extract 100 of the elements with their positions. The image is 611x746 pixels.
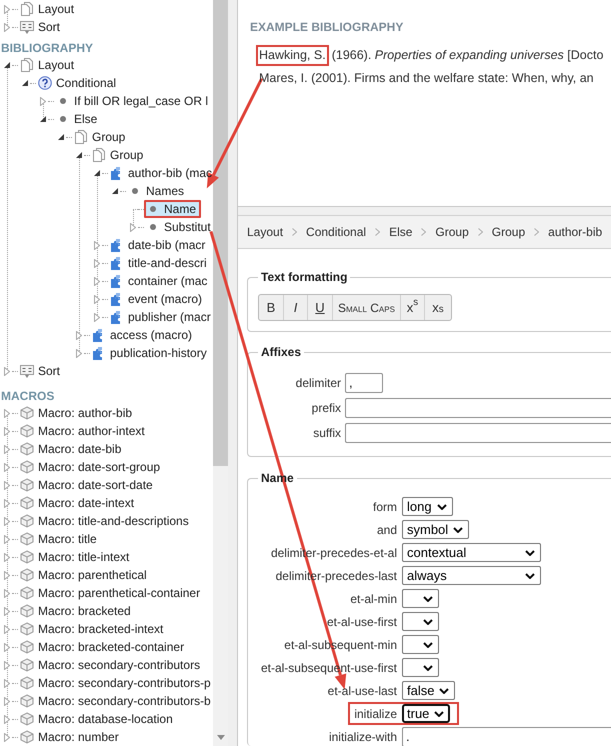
- tree-item[interactable]: Macro: secondary-contributors-b: [18, 692, 213, 710]
- tree-item[interactable]: Macro: database-location: [18, 710, 175, 728]
- tree-item[interactable]: Macro: bracketed: [18, 602, 133, 620]
- scrollbar-thumb[interactable]: [213, 0, 228, 466]
- breadcrumb-item[interactable]: Else: [389, 225, 412, 239]
- splitter-bar[interactable]: [228, 0, 237, 746]
- caret-right-icon[interactable]: [4, 678, 10, 688]
- caret-right-icon[interactable]: [4, 444, 10, 454]
- caret-right-icon[interactable]: [94, 276, 100, 286]
- dropdown[interactable]: false: [402, 681, 456, 700]
- caret-right-icon[interactable]: [94, 312, 100, 322]
- caret-right-icon[interactable]: [4, 462, 10, 472]
- breadcrumb-item[interactable]: Conditional: [306, 225, 366, 239]
- tree-item[interactable]: container (mac: [108, 272, 210, 290]
- caret-right-icon[interactable]: [4, 534, 10, 544]
- tree-item[interactable]: event (macro): [108, 290, 204, 308]
- tree-item[interactable]: Group: [90, 146, 146, 164]
- caret-right-icon[interactable]: [4, 732, 10, 742]
- tree-item[interactable]: Names: [126, 182, 186, 200]
- caret-right-icon[interactable]: [4, 552, 10, 562]
- caret-right-icon[interactable]: [4, 642, 10, 652]
- subscript-button[interactable]: x$_{s}$: [424, 295, 451, 320]
- dropdown[interactable]: true: [402, 704, 450, 723]
- tree-item[interactable]: Macro: author-intext: [18, 422, 147, 440]
- tree-item[interactable]: Macro: author-bib: [18, 404, 134, 422]
- caret-right-icon[interactable]: [130, 222, 136, 232]
- tree-item[interactable]: Else: [54, 110, 100, 128]
- tree-item[interactable]: Conditional: [36, 74, 118, 92]
- tree-item[interactable]: date-bib (macr: [108, 236, 208, 254]
- tree-item[interactable]: If bill OR legal_case OR l: [54, 92, 210, 110]
- tree-item[interactable]: Macro: parenthetical: [18, 566, 149, 584]
- caret-right-icon[interactable]: [94, 240, 100, 250]
- dropdown[interactable]: [402, 612, 439, 631]
- dropdown[interactable]: [402, 658, 439, 677]
- tree-item[interactable]: Macro: date-sort-group: [18, 458, 162, 476]
- caret-right-icon[interactable]: [4, 570, 10, 580]
- caret-right-icon[interactable]: [94, 294, 100, 304]
- caret-down-icon[interactable]: [58, 134, 64, 140]
- text-field[interactable]: [345, 398, 611, 418]
- caret-right-icon[interactable]: [4, 516, 10, 526]
- tree-item[interactable]: publication-history: [90, 344, 209, 362]
- tree-item[interactable]: Substitut: [144, 218, 213, 236]
- tree-item[interactable]: Layout: [18, 0, 76, 18]
- caret-right-icon[interactable]: [4, 426, 10, 436]
- caret-right-icon[interactable]: [4, 498, 10, 508]
- caret-right-icon[interactable]: [4, 696, 10, 706]
- caret-right-icon[interactable]: [4, 480, 10, 490]
- underline-button[interactable]: U: [308, 295, 333, 320]
- tree-item[interactable]: Macro: parenthetical-container: [18, 584, 202, 602]
- caret-down-icon[interactable]: [112, 188, 118, 194]
- text-field[interactable]: .: [402, 726, 611, 746]
- caret-down-icon[interactable]: [4, 62, 10, 68]
- caret-right-icon[interactable]: [4, 624, 10, 634]
- tree-item[interactable]: Macro: bracketed-container: [18, 638, 186, 656]
- text-field[interactable]: ,: [345, 372, 383, 392]
- dropdown[interactable]: [402, 635, 439, 654]
- tree-item[interactable]: Macro: date-sort-date: [18, 476, 155, 494]
- caret-right-icon[interactable]: [4, 366, 10, 376]
- dropdown[interactable]: [402, 589, 439, 608]
- caret-right-icon[interactable]: [4, 606, 10, 616]
- breadcrumb-item[interactable]: Layout: [247, 225, 284, 239]
- caret-right-icon[interactable]: [4, 588, 10, 598]
- small-caps-button[interactable]: Small Caps: [333, 295, 401, 320]
- scroll-down-icon[interactable]: [216, 735, 224, 740]
- caret-right-icon[interactable]: [94, 258, 100, 268]
- dropdown[interactable]: contextual: [402, 543, 541, 562]
- caret-down-icon[interactable]: [94, 170, 100, 176]
- tree-item[interactable]: Macro: number: [18, 728, 121, 746]
- superscript-button[interactable]: x$^{s}$: [400, 295, 425, 320]
- text-field[interactable]: [345, 422, 611, 442]
- caret-down-icon[interactable]: [40, 116, 46, 122]
- tree-item[interactable]: Macro: title-and-descriptions: [18, 512, 191, 530]
- tree-item[interactable]: Macro: title-intext: [18, 548, 132, 566]
- tree-item[interactable]: Group: [72, 128, 128, 146]
- tree-item[interactable]: Macro: bracketed-intext: [18, 620, 166, 638]
- caret-right-icon[interactable]: [4, 408, 10, 418]
- dropdown[interactable]: symbol: [402, 520, 470, 539]
- caret-down-icon[interactable]: [76, 152, 82, 158]
- tree-item[interactable]: Macro: title: [18, 530, 99, 548]
- breadcrumb-item[interactable]: Group: [435, 225, 469, 239]
- tree-item[interactable]: title-and-descri: [108, 254, 209, 272]
- caret-right-icon[interactable]: [76, 348, 82, 358]
- tree-item[interactable]: Layout: [18, 56, 76, 74]
- caret-right-icon[interactable]: [4, 714, 10, 724]
- italic-button[interactable]: I: [284, 295, 308, 320]
- tree-item[interactable]: access (macro): [90, 326, 194, 344]
- tree-item[interactable]: Sort: [18, 18, 62, 36]
- tree-item[interactable]: Sort: [18, 362, 62, 380]
- dropdown[interactable]: long: [402, 497, 453, 516]
- tree-item[interactable]: author-bib (mac: [108, 164, 213, 182]
- caret-right-icon[interactable]: [76, 330, 82, 340]
- caret-right-icon[interactable]: [4, 22, 10, 32]
- bold-button[interactable]: B: [259, 295, 284, 320]
- tree-item[interactable]: Name: [144, 200, 202, 218]
- tree-item[interactable]: Macro: date-bib: [18, 440, 124, 458]
- tree-item[interactable]: Macro: secondary-contributors-p: [18, 674, 213, 692]
- caret-right-icon[interactable]: [40, 96, 46, 106]
- breadcrumb-item[interactable]: Group: [492, 225, 526, 239]
- caret-right-icon[interactable]: [4, 4, 10, 14]
- tree-item[interactable]: Macro: secondary-contributors: [18, 656, 202, 674]
